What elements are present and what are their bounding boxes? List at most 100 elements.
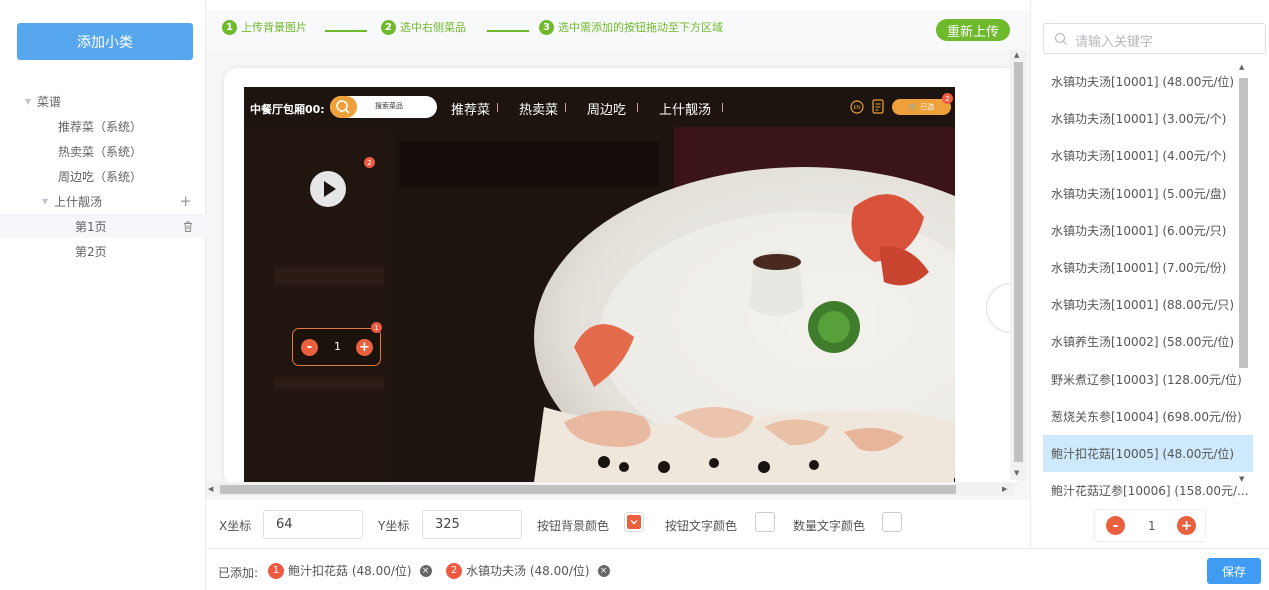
x-coordinate-input[interactable]: 64 xyxy=(263,510,363,539)
canvas-horizontal-scrollbar[interactable]: ◀ ▶ xyxy=(206,482,1014,496)
dish-list-item[interactable]: 水镇功夫汤[10001] (5.00元/盘) xyxy=(1043,175,1253,212)
quantity-value: 1 xyxy=(1148,519,1156,533)
category-sidebar: 添加小类 ▼ 菜谱 推荐菜（系统） 热卖菜（系统） 周边吃（系统） ▼ 上什靓汤… xyxy=(0,0,206,590)
dish-list-item[interactable]: 水镇功夫汤[10001] (6.00元/只) xyxy=(1043,212,1253,249)
search-icon[interactable] xyxy=(330,96,357,118)
dish-photo xyxy=(244,87,955,483)
tree-node-label: 上什靓汤 xyxy=(54,194,103,209)
added-item-number: 2 xyxy=(446,562,462,579)
step-1: 1 上传背景图片 xyxy=(222,19,307,35)
cart-icon: 🛒 xyxy=(908,103,918,111)
dish-list-item[interactable]: 水镇功夫汤[10001] (48.00元/位) xyxy=(1043,63,1253,100)
dish-search-input[interactable]: 请输入关键字 xyxy=(1043,23,1266,54)
add-page-icon[interactable]: + xyxy=(179,192,192,210)
scroll-up-icon[interactable]: ▲ xyxy=(1014,51,1019,59)
tree-node-label: 周边吃（系统） xyxy=(58,169,143,184)
cart-label: 已选 xyxy=(920,103,935,111)
add-subcategory-button[interactable]: 添加小类 xyxy=(17,23,193,60)
menu-tab-recommended[interactable]: 推荐菜 xyxy=(451,99,490,118)
shop-name: 中餐厅包厢00: xyxy=(250,103,325,116)
menu-tab-soups[interactable]: 上什靓汤 xyxy=(659,99,711,118)
remove-icon[interactable]: × xyxy=(419,564,432,577)
tree-node-recommended[interactable]: 推荐菜（系统） xyxy=(0,114,206,138)
dish-list-item[interactable]: 水镇功夫汤[10001] (7.00元/份) xyxy=(1043,249,1253,286)
y-coordinate-input[interactable]: 325 xyxy=(422,510,522,539)
added-item-label: 鲍汁扣花菇 (48.00/位) xyxy=(288,564,412,578)
scroll-right-icon[interactable]: ▶ xyxy=(1002,485,1007,493)
quantity-text-color-picker[interactable] xyxy=(882,512,902,532)
search-placeholder: 请输入关键字 xyxy=(1075,35,1154,50)
caret-down-icon[interactable]: ▼ xyxy=(25,97,37,106)
step-label: 上传背景图片 xyxy=(241,21,307,34)
minus-button[interactable]: - xyxy=(1106,516,1125,535)
added-item-label: 水镇功夫汤 (48.00/位) xyxy=(466,564,590,578)
menu-search-placeholder: 搜索菜品 xyxy=(375,102,403,110)
play-icon[interactable] xyxy=(310,171,346,207)
dish-list-item[interactable]: 鲍汁扣花菇[10005] (48.00元/位) xyxy=(1043,435,1253,472)
step-number: 3 xyxy=(539,19,554,35)
dish-list-item[interactable]: 水镇功夫汤[10001] (88.00元/只) xyxy=(1043,286,1253,323)
cart-count-badge: 2 xyxy=(942,93,953,104)
dish-list-item[interactable]: 野米煮辽参[10003] (128.00元/位) xyxy=(1043,361,1253,398)
button-properties-bar: X坐标 64 Y坐标 325 按钮背景颜色 按钮文字颜色 数量文字颜色 xyxy=(206,505,1030,545)
scroll-thumb[interactable] xyxy=(220,485,956,494)
caret-down-icon[interactable]: ▼ xyxy=(42,197,54,206)
order-list-icon[interactable] xyxy=(872,99,886,115)
menu-tab-nearby[interactable]: 周边吃 xyxy=(587,99,626,118)
menu-tab-divider xyxy=(497,103,498,112)
dish-list-scrollbar[interactable]: ▲ ▼ xyxy=(1236,63,1250,493)
dish-list-item[interactable]: 水镇功夫汤[10001] (4.00元/个) xyxy=(1043,137,1253,174)
menu-tab-divider xyxy=(722,103,723,112)
scroll-up-icon[interactable]: ▲ xyxy=(1239,63,1244,71)
design-canvas[interactable]: 中餐厅包厢00: 搜索菜品 推荐菜 热卖菜 周边吃 上什靓汤 EN 🛒 已选 2… xyxy=(206,50,1030,500)
tree-node-soups[interactable]: ▼ 上什靓汤 + xyxy=(0,189,206,213)
dish-list-item[interactable]: 水镇功夫汤[10001] (3.00元/个) xyxy=(1043,100,1253,137)
menu-tab-divider xyxy=(637,103,638,112)
scroll-down-icon[interactable]: ▼ xyxy=(1239,475,1244,483)
language-icon[interactable]: EN xyxy=(850,100,864,114)
reupload-button[interactable]: 重新上传 xyxy=(936,19,1010,41)
step-2: 2 选中右侧菜品 xyxy=(381,19,466,35)
scroll-thumb[interactable] xyxy=(1014,62,1023,462)
placed-quantity-stepper[interactable]: - 1 + 1 xyxy=(292,322,382,366)
tree-node-recipes[interactable]: ▼ 菜谱 xyxy=(0,89,206,113)
canvas-vertical-scrollbar[interactable]: ▲ ▼ xyxy=(1010,50,1026,480)
background-image[interactable]: 中餐厅包厢00: 搜索菜品 推荐菜 热卖菜 周边吃 上什靓汤 EN 🛒 已选 2… xyxy=(244,87,955,483)
added-label: 已添加: xyxy=(218,566,259,580)
scroll-thumb[interactable] xyxy=(1239,78,1248,368)
step-connector xyxy=(487,30,529,32)
tree-node-label: 菜谱 xyxy=(37,94,62,109)
play-button-badge: 2 xyxy=(364,157,375,168)
save-button[interactable]: 保存 xyxy=(1207,558,1261,584)
remove-icon[interactable]: × xyxy=(597,564,610,577)
menu-tab-hot[interactable]: 热卖菜 xyxy=(519,99,558,118)
button-text-color-picker[interactable] xyxy=(755,512,775,532)
dish-list-item[interactable]: 葱烧关东参[10004] (698.00元/份) xyxy=(1043,398,1253,435)
tree-node-page-1[interactable]: 第1页 xyxy=(0,214,206,238)
dish-list-item[interactable]: 水镇养生汤[10002] (58.00元/位) xyxy=(1043,323,1253,360)
trash-icon[interactable] xyxy=(183,221,193,232)
menu-search-input[interactable]: 搜索菜品 xyxy=(330,96,437,118)
tree-node-nearby[interactable]: 周边吃（系统） xyxy=(0,164,206,188)
plus-button[interactable]: + xyxy=(356,339,373,356)
plus-button[interactable]: + xyxy=(1177,516,1196,535)
added-item-number: 1 xyxy=(268,562,284,579)
tree-node-page-2[interactable]: 第2页 xyxy=(0,239,206,263)
dish-list-panel: 请输入关键字 水镇功夫汤[10001] (48.00元/位) 水镇功夫汤[1000… xyxy=(1030,0,1269,548)
button-bg-color-picker[interactable] xyxy=(624,512,644,532)
chevron-down-icon xyxy=(627,515,641,529)
dish-list-item[interactable]: 鲍汁花菇辽参[10006] (158.00元/... xyxy=(1043,472,1253,509)
stepper-value: 1 xyxy=(334,340,341,353)
quantity-stepper[interactable]: - 1 + xyxy=(1094,509,1206,542)
tree-node-hot[interactable]: 热卖菜（系统） xyxy=(0,139,206,163)
tree-node-label: 推荐菜（系统） xyxy=(58,119,143,134)
search-icon xyxy=(1054,32,1067,45)
minus-button[interactable]: - xyxy=(301,339,318,356)
step-label: 选中需添加的按钮拖动至下方区域 xyxy=(558,21,723,34)
tree-node-label: 热卖菜（系统） xyxy=(58,144,143,159)
step-number: 1 xyxy=(222,19,237,35)
scroll-down-icon[interactable]: ▼ xyxy=(1014,469,1019,477)
step-3: 3 选中需添加的按钮拖动至下方区域 xyxy=(539,19,723,35)
scroll-left-icon[interactable]: ◀ xyxy=(208,485,213,493)
y-coordinate-label: Y坐标 xyxy=(378,519,410,533)
